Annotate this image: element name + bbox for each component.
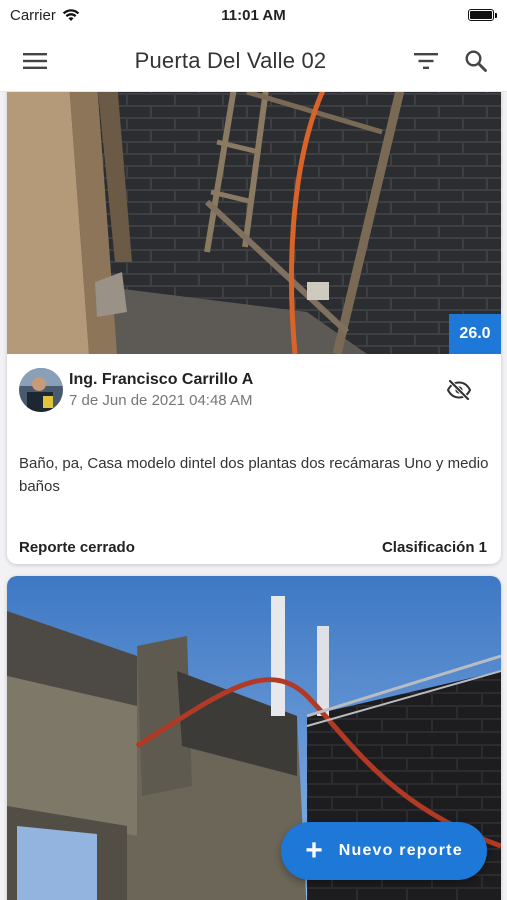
report-classification: Clasificación 1 (381, 539, 487, 556)
eye-off-icon (447, 379, 471, 401)
carrier-group: Carrier (10, 7, 80, 24)
author-name: Ing. Francisco Carrillo A (69, 371, 254, 388)
new-report-button[interactable]: + Nuevo reporte (281, 822, 487, 880)
wifi-icon (62, 9, 80, 21)
report-date: 7 de Jun de 2021 04:48 AM (69, 392, 253, 409)
author-row: Ing. Francisco Carrillo A 7 de Jun de 20… (7, 354, 501, 412)
carrier-label: Carrier (10, 6, 56, 24)
report-card[interactable]: 26.0 Ing. Francisco Carrillo A 7 de Jun … (7, 92, 501, 564)
filter-icon (414, 52, 438, 69)
battery-icon (468, 9, 497, 21)
plus-icon: + (305, 834, 323, 867)
menu-icon (23, 52, 47, 69)
status-bar: Carrier 11:01 AM (0, 0, 507, 30)
filter-button[interactable] (401, 36, 451, 86)
menu-button[interactable] (10, 36, 60, 86)
avatar[interactable] (19, 368, 63, 412)
app-bar: Puerta Del Valle 02 (0, 30, 507, 92)
search-icon (465, 49, 487, 72)
score-badge: 26.0 (449, 314, 501, 354)
visibility-toggle-button[interactable] (437, 368, 481, 412)
report-status: Reporte cerrado (19, 539, 135, 556)
report-feed[interactable]: 26.0 Ing. Francisco Carrillo A 7 de Jun … (0, 92, 507, 900)
card-footer: Reporte cerrado Clasificación 1 (7, 539, 501, 556)
report-description: Baño, pa, Casa modelo dintel dos plantas… (19, 455, 489, 495)
search-button[interactable] (451, 36, 501, 86)
page-title: Puerta Del Valle 02 (134, 47, 327, 73)
new-report-label: Nuevo reporte (338, 842, 463, 859)
report-photo[interactable]: 26.0 (7, 92, 501, 354)
